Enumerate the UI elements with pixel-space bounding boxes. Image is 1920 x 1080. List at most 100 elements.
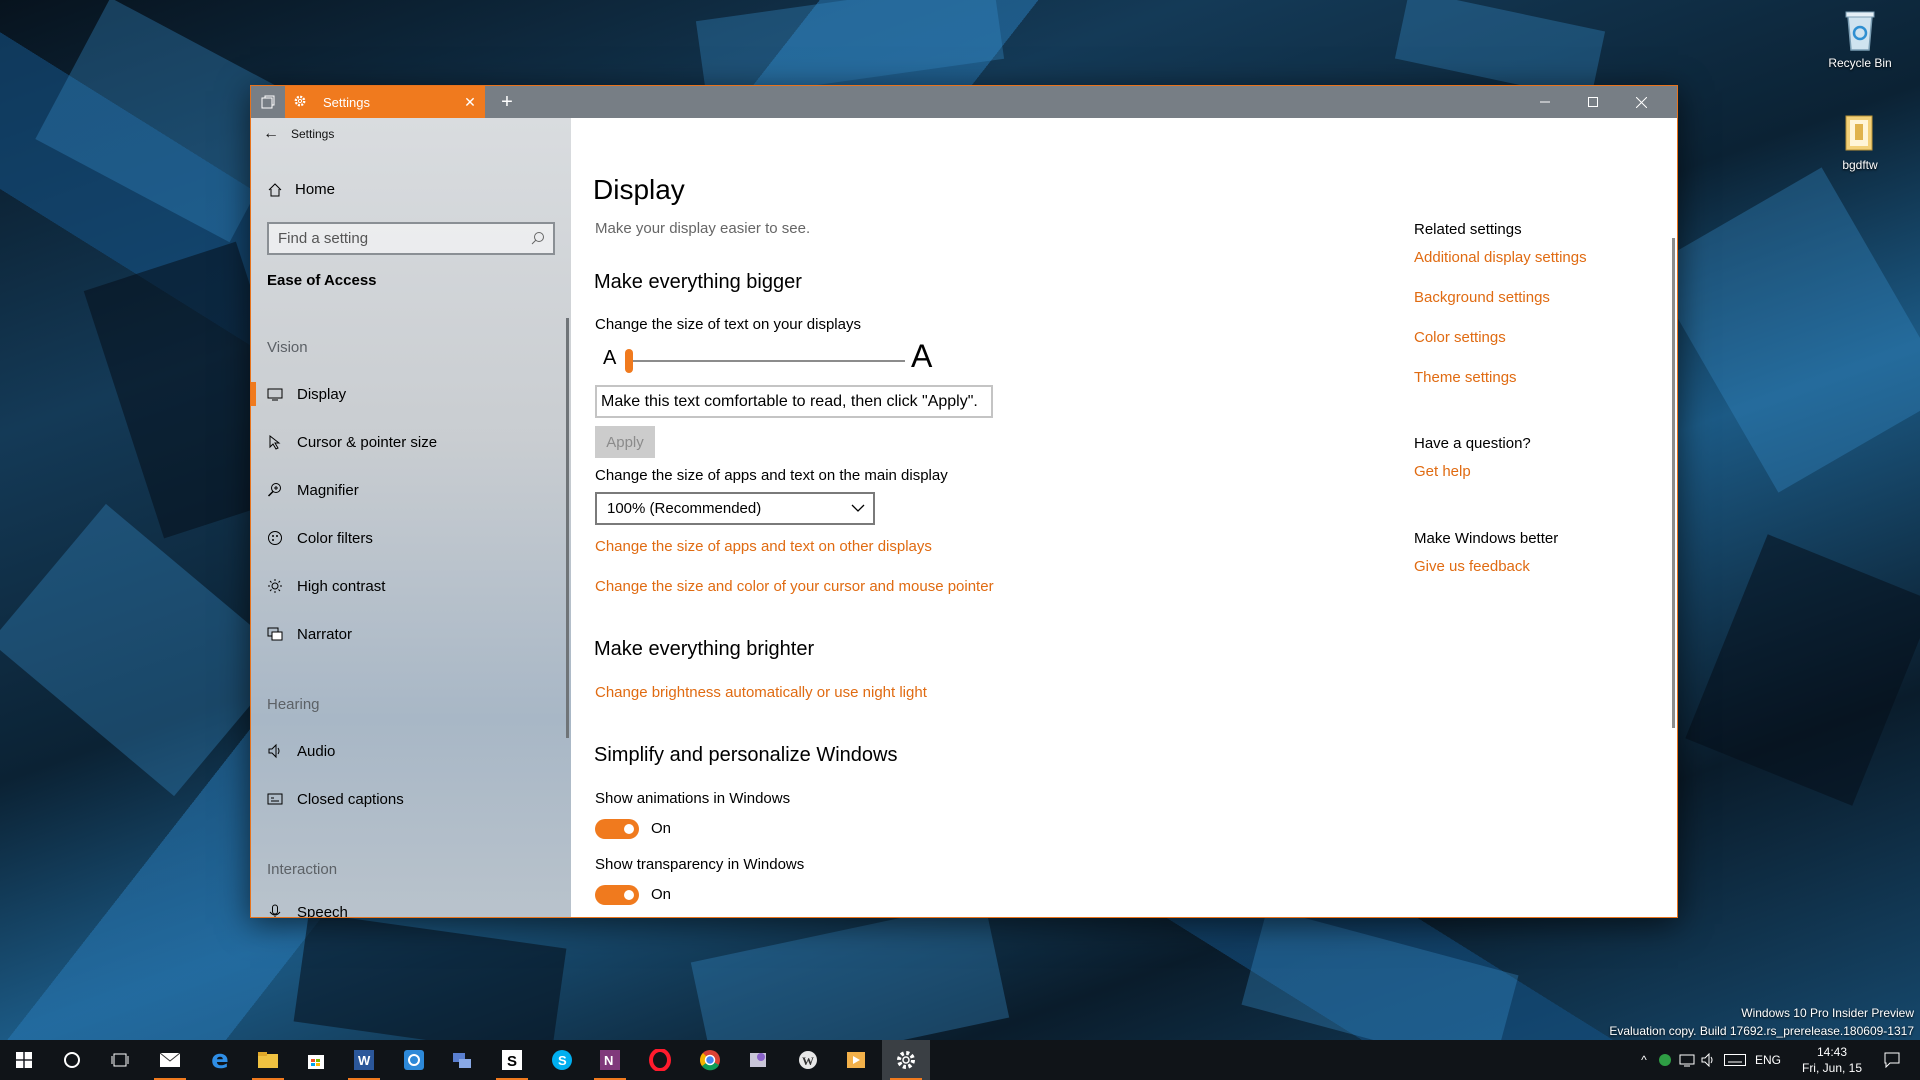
sidebar-item-closed-captions[interactable]: Closed captions — [251, 779, 571, 819]
svg-text:W: W — [802, 1054, 814, 1068]
taskbar-opera[interactable] — [636, 1040, 684, 1080]
wallpaper-shard — [690, 900, 1010, 1040]
transparency-state: On — [651, 886, 672, 903]
minimize-icon — [1540, 101, 1550, 103]
language-indicator[interactable]: ENG — [1750, 1053, 1786, 1067]
link-other-displays[interactable]: Change the size of apps and text on othe… — [595, 538, 932, 555]
sidebar-home[interactable]: Home — [267, 181, 335, 198]
sidebar-section-title: Ease of Access — [267, 272, 377, 289]
wallpaper-shard — [0, 503, 290, 797]
taskbar-chrome[interactable] — [686, 1040, 734, 1080]
sidebar-item-display[interactable]: Display — [251, 374, 571, 414]
sidebar-item-cursor[interactable]: Cursor & pointer size — [251, 422, 571, 462]
microphone-icon — [251, 904, 297, 917]
wordpress-icon: W — [799, 1051, 817, 1069]
sway-icon: S — [502, 1050, 522, 1070]
sidebar-scrollbar[interactable] — [566, 318, 569, 738]
desktop-icon-recycle-bin[interactable]: Recycle Bin — [1820, 8, 1900, 70]
taskbar-file-explorer[interactable] — [244, 1040, 292, 1080]
security-icon[interactable] — [1654, 1053, 1676, 1067]
svg-text:W: W — [358, 1053, 371, 1068]
taskbar-word[interactable]: W — [340, 1040, 388, 1080]
taskbar-settings[interactable] — [882, 1040, 930, 1080]
new-tab-button[interactable]: + — [491, 86, 523, 118]
related-link-color[interactable]: Color settings — [1414, 329, 1506, 346]
opera-icon — [649, 1049, 671, 1071]
taskbar-sway[interactable]: S — [488, 1040, 536, 1080]
onenote-icon: N — [600, 1050, 620, 1070]
sidebar-item-label: Color filters — [297, 529, 373, 547]
sidebar-item-magnifier[interactable]: Magnifier — [251, 470, 571, 510]
keyboard-icon[interactable] — [1720, 1054, 1750, 1066]
network-icon[interactable] — [1676, 1053, 1698, 1067]
link-cursor-size[interactable]: Change the size and color of your cursor… — [595, 578, 994, 595]
sidebar-item-high-contrast[interactable]: High contrast — [251, 566, 571, 606]
link-brightness[interactable]: Change brightness automatically or use n… — [595, 684, 927, 701]
related-link-background[interactable]: Background settings — [1414, 289, 1550, 306]
maximize-button[interactable] — [1569, 86, 1617, 118]
tab-settings[interactable]: Settings ✕ — [285, 86, 485, 118]
desktop-icon-label: Recycle Bin — [1828, 56, 1892, 70]
cortana-icon — [64, 1052, 80, 1068]
get-help-link[interactable]: Get help — [1414, 463, 1471, 480]
wallpaper-shard — [293, 912, 567, 1040]
back-arrow-icon[interactable]: ← — [251, 125, 291, 143]
taskbar-wordpress[interactable]: W — [784, 1040, 832, 1080]
sidebar-home-label: Home — [295, 181, 336, 198]
slider-thumb[interactable] — [625, 349, 633, 373]
apply-button[interactable]: Apply — [595, 426, 655, 458]
section-heading-bigger: Make everything bigger — [594, 271, 802, 293]
sidebar-item-color-filters[interactable]: Color filters — [251, 518, 571, 558]
taskbar-store[interactable] — [292, 1040, 340, 1080]
taskbar-media[interactable] — [832, 1040, 880, 1080]
slider-small-a: A — [603, 347, 617, 369]
search-input[interactable]: Find a setting — [267, 222, 555, 255]
home-icon — [267, 182, 295, 198]
taskbar-edge[interactable]: e — [196, 1040, 244, 1080]
group-label-hearing: Hearing — [267, 696, 320, 713]
task-view-button[interactable] — [96, 1040, 144, 1080]
taskbar-app[interactable] — [390, 1040, 438, 1080]
give-feedback-link[interactable]: Give us feedback — [1414, 558, 1530, 575]
cortana-button[interactable] — [48, 1040, 96, 1080]
taskbar-mail[interactable] — [146, 1040, 194, 1080]
start-button[interactable] — [0, 1040, 48, 1080]
scale-dropdown[interactable]: 100% (Recommended) — [595, 492, 875, 525]
taskbar-network-app[interactable] — [438, 1040, 486, 1080]
clock[interactable]: 14:43 Fri, Jun, 15 — [1794, 1040, 1870, 1080]
taskbar-skype[interactable]: S — [538, 1040, 586, 1080]
content-scrollbar[interactable] — [1672, 238, 1675, 728]
taskbar-onenote[interactable]: N — [586, 1040, 634, 1080]
sidebar-item-speech[interactable]: Speech — [251, 892, 571, 918]
sidebar: ← Settings Home Find a setting Ease of A… — [251, 118, 571, 918]
title-bar[interactable]: Settings ✕ + — [251, 86, 1677, 118]
desktop-icon-folder[interactable]: bgdftw — [1820, 110, 1900, 172]
related-link-theme[interactable]: Theme settings — [1414, 369, 1517, 386]
sidebar-item-narrator[interactable]: Narrator — [251, 614, 571, 654]
media-icon — [847, 1052, 865, 1068]
search-icon[interactable] — [531, 231, 545, 245]
sidebar-item-audio[interactable]: Audio — [251, 731, 571, 771]
tab-close-icon[interactable]: ✕ — [455, 94, 485, 111]
clock-time: 14:43 — [1816, 1045, 1848, 1059]
related-link-additional-display[interactable]: Additional display settings — [1414, 249, 1587, 266]
chevron-up-icon[interactable]: ^ — [1634, 1053, 1654, 1067]
minimize-button[interactable] — [1521, 86, 1569, 118]
desktop-icon-label: bgdftw — [1842, 158, 1878, 172]
action-center-button[interactable] — [1872, 1040, 1912, 1080]
scale-dropdown-value: 100% (Recommended) — [607, 500, 762, 517]
transparency-toggle[interactable] — [595, 885, 639, 905]
sidebar-item-label: Speech — [297, 903, 348, 918]
sidebar-header: ← Settings — [251, 118, 571, 150]
chrome-icon — [700, 1050, 720, 1071]
settings-icon — [897, 1051, 915, 1069]
animations-toggle[interactable] — [595, 819, 639, 839]
text-preview-field[interactable]: Make this text comfortable to read, then… — [595, 385, 993, 418]
text-size-slider[interactable] — [625, 344, 905, 378]
close-button[interactable] — [1617, 86, 1665, 118]
maximize-icon — [1588, 97, 1598, 107]
taskbar-paint[interactable] — [734, 1040, 782, 1080]
tab-overview-button[interactable] — [251, 86, 285, 118]
sidebar-item-label: Audio — [297, 742, 336, 760]
volume-icon[interactable] — [1698, 1053, 1720, 1067]
